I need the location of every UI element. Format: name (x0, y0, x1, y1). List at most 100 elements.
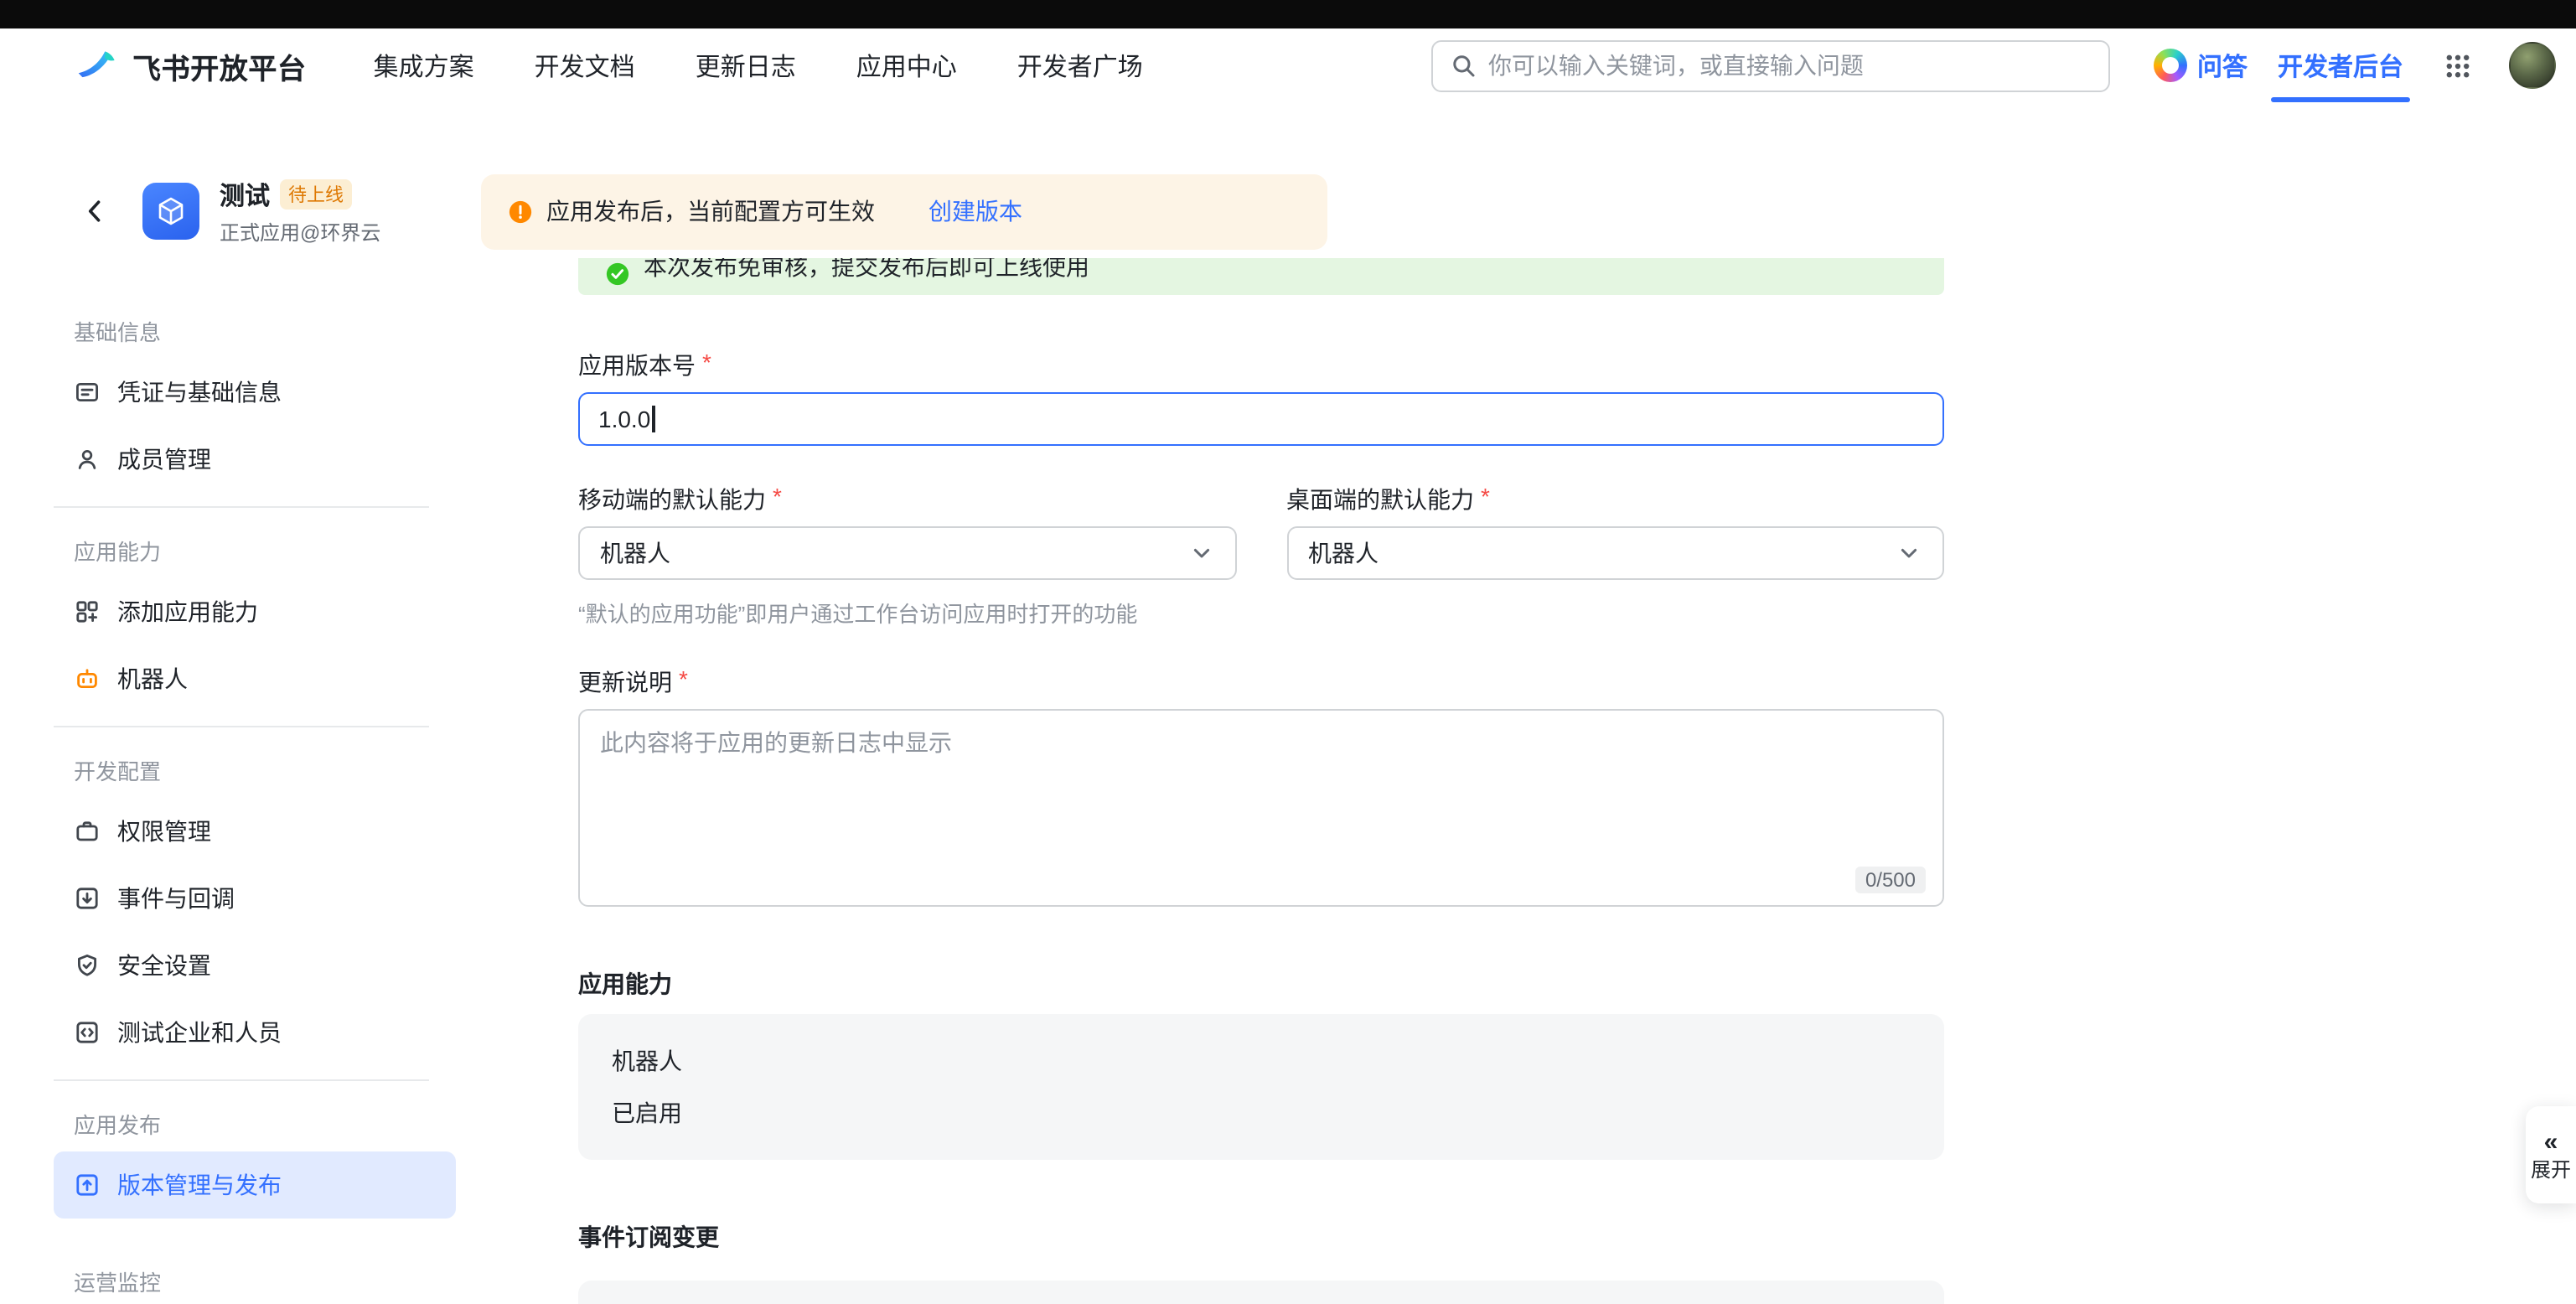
sidebar-divider (54, 506, 429, 508)
sidebar-item-permissions[interactable]: 权限管理 (54, 798, 456, 865)
add-capability-icon (74, 598, 101, 625)
required-asterisk: * (702, 349, 711, 382)
events-section-title: 事件订阅变更 (578, 1220, 1944, 1254)
sidebar-divider (54, 726, 429, 727)
mobile-capability-label: 移动端的默认能力 * (578, 483, 1236, 516)
sidebar-gap (54, 1219, 456, 1252)
status-badge: 待上线 (280, 179, 352, 210)
mobile-capability-select[interactable]: 机器人 (578, 526, 1236, 580)
search-input[interactable] (1488, 52, 2092, 79)
top-navigation-bar: 飞书开放平台 集成方案 开发文档 更新日志 应用中心 开发者广场 问答 开发者后… (0, 28, 2576, 102)
mobile-capability-field: 移动端的默认能力 * 机器人 (578, 483, 1236, 580)
app-header-bar: 测试 待上线 正式应用@环界云 应用发布后，当前配置方可生效 创建版本 (0, 164, 2576, 258)
nav-item-developer-plaza[interactable]: 开发者广场 (1017, 48, 1143, 83)
expand-panel-button[interactable]: « 展开 (2526, 1106, 2576, 1203)
sidebar-item-label: 添加应用能力 (117, 595, 258, 629)
app-meta: 测试 待上线 正式应用@环界云 (220, 177, 471, 246)
sidebar-section-dev-config: 开发配置 (54, 741, 456, 798)
robot-icon (74, 665, 101, 692)
sidebar-section-capabilities: 应用能力 (54, 521, 456, 578)
user-avatar[interactable] (2509, 42, 2556, 89)
desktop-capability-select[interactable]: 机器人 (1286, 526, 1944, 580)
chevron-left-icon (80, 196, 111, 226)
apps-grid-button[interactable] (2444, 51, 2472, 80)
required-asterisk: * (773, 483, 782, 516)
warning-icon (508, 199, 533, 224)
default-capability-row: 移动端的默认能力 * 机器人 桌面端的默认能力 * (578, 483, 1944, 580)
nav-item-app-center[interactable]: 应用中心 (856, 48, 957, 83)
release-notes-placeholder: 此内容将于应用的更新日志中显示 (600, 726, 1922, 759)
sidebar-item-label: 版本管理与发布 (117, 1168, 282, 1202)
brand-title: 飞书开放平台 (132, 44, 307, 86)
chevron-down-icon (1187, 540, 1214, 567)
grid-apps-icon (2444, 51, 2472, 80)
app-subtitle: 正式应用@环界云 (220, 217, 471, 246)
search-icon (1450, 52, 1477, 79)
capability-status: 已启用 (612, 1096, 1911, 1130)
qa-label: 问答 (2197, 48, 2248, 83)
sidebar-item-bot[interactable]: 机器人 (54, 645, 456, 712)
main-content: 本次发布免审核，提交发布后即可上线使用 应用版本号 * 1.0.0 移动端的默认… (578, 258, 1944, 1304)
permission-icon (74, 818, 101, 845)
sidebar-item-label: 成员管理 (117, 442, 211, 476)
sidebar-section-release: 应用发布 (54, 1094, 456, 1151)
version-input[interactable]: 1.0.0 (578, 392, 1944, 446)
capability-panel: 机器人 已启用 (578, 1014, 1944, 1160)
nav-item-integrations[interactable]: 集成方案 (374, 48, 474, 83)
check-circle-icon (605, 261, 630, 287)
sidebar-item-credentials[interactable]: 凭证与基础信息 (54, 359, 456, 426)
sidebar-item-label: 安全设置 (117, 949, 211, 982)
qa-link[interactable]: 问答 (2154, 48, 2248, 83)
expand-label: 展开 (2531, 1160, 2571, 1180)
feishu-logo-brand[interactable]: 飞书开放平台 (75, 44, 307, 87)
sidebar-nav: 基础信息 凭证与基础信息 成员管理 应用能力 (54, 258, 456, 1304)
desktop-capability-label: 桌面端的默认能力 * (1286, 483, 1944, 516)
success-banner-text: 本次发布免审核，提交发布后即可上线使用 (644, 258, 1089, 283)
release-notes-textarea[interactable]: 此内容将于应用的更新日志中显示 0/500 (578, 709, 1944, 907)
members-icon (74, 446, 101, 473)
release-notes-label: 更新说明 * (578, 665, 1944, 699)
version-release-icon (74, 1172, 101, 1198)
chevron-down-icon (1896, 540, 1922, 567)
developer-console-label: 开发者后台 (2278, 48, 2403, 83)
sidebar-section-ops-monitor: 运营监控 (54, 1252, 456, 1304)
security-icon (74, 952, 101, 979)
desktop-capability-value: 机器人 (1308, 536, 1379, 570)
nav-item-docs[interactable]: 开发文档 (535, 48, 635, 83)
sidebar-item-events-callback[interactable]: 事件与回调 (54, 865, 456, 932)
success-banner: 本次发布免审核，提交发布后即可上线使用 (578, 258, 1944, 295)
required-asterisk: * (1481, 483, 1490, 516)
version-label: 应用版本号 * (578, 349, 1944, 382)
sidebar-item-security[interactable]: 安全设置 (54, 932, 456, 999)
double-chevron-left-icon: « (2544, 1130, 2558, 1155)
credential-icon (74, 379, 101, 406)
sidebar-item-label: 测试企业和人员 (117, 1016, 282, 1049)
main-nav: 集成方案 开发文档 更新日志 应用中心 开发者广场 (374, 48, 1143, 83)
capability-hint: “默认的应用功能”即用户通过工作台访问应用时打开的功能 (578, 597, 1944, 629)
back-button[interactable] (75, 191, 116, 231)
version-input-value: 1.0.0 (598, 406, 650, 432)
capability-name: 机器人 (612, 1044, 1911, 1078)
mobile-capability-value: 机器人 (600, 536, 670, 570)
sidebar-section-basic-info: 基础信息 (54, 302, 456, 359)
notice-text: 应用发布后，当前配置方可生效 (546, 194, 875, 228)
sidebar-item-version-release[interactable]: 版本管理与发布 (54, 1151, 456, 1219)
window-top-strip (0, 0, 2576, 28)
sidebar-item-label: 凭证与基础信息 (117, 375, 282, 409)
text-caret (652, 406, 654, 432)
capability-section-title: 应用能力 (578, 967, 1944, 1001)
create-version-link[interactable]: 创建版本 (928, 194, 1022, 228)
publish-notice-banner: 应用发布后，当前配置方可生效 创建版本 (481, 173, 1327, 249)
sidebar-item-members[interactable]: 成员管理 (54, 426, 456, 493)
sidebar-item-label: 事件与回调 (117, 882, 235, 915)
global-search[interactable] (1431, 39, 2110, 91)
sidebar-item-add-capability[interactable]: 添加应用能力 (54, 578, 456, 645)
required-asterisk: * (679, 665, 688, 699)
sidebar-item-label: 权限管理 (117, 815, 211, 848)
desktop-capability-field: 桌面端的默认能力 * 机器人 (1286, 483, 1944, 580)
qa-ring-icon (2154, 49, 2187, 82)
sidebar-item-test-users[interactable]: 测试企业和人员 (54, 999, 456, 1066)
char-counter: 0/500 (1855, 867, 1926, 893)
nav-item-changelog[interactable]: 更新日志 (696, 48, 796, 83)
developer-console-tab[interactable]: 开发者后台 (2278, 28, 2403, 102)
